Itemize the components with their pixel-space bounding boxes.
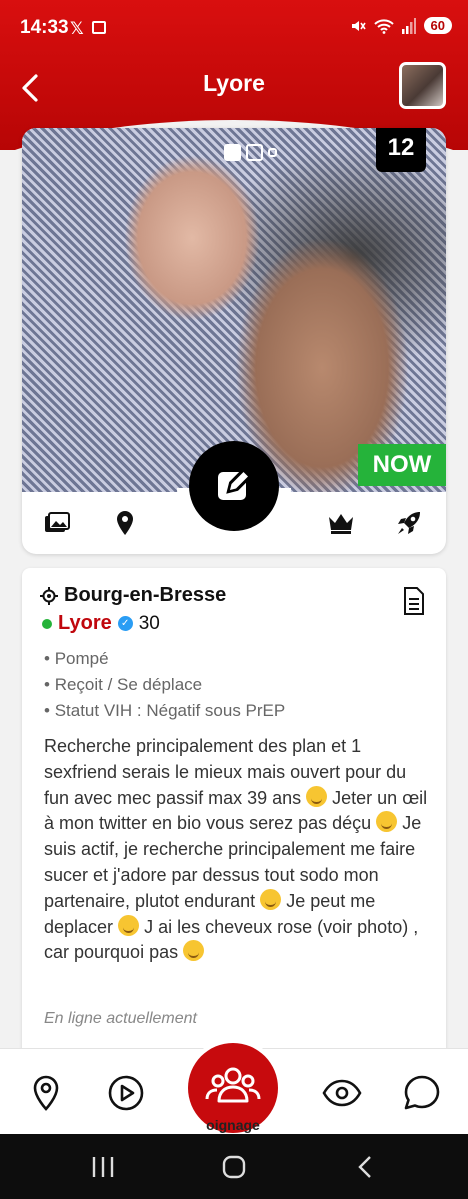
verified-icon: ✓ [117,616,133,631]
photo-pagination [224,144,277,161]
attribute-item: Reçoit / Se déplace [44,672,285,698]
avatar[interactable] [399,62,446,109]
profile-age: 30 [138,612,160,634]
map-pin-icon[interactable] [26,1073,66,1113]
home-icon[interactable] [221,1154,247,1180]
smile-emoji [376,811,398,833]
attribute-item: Statut VIH : Négatif sous PrEP [44,698,286,724]
crown-icon[interactable] [326,508,356,538]
wink-emoji [118,914,140,936]
eye-icon[interactable] [322,1073,362,1113]
play-icon[interactable] [106,1073,146,1113]
photo-count-badge: 12 [376,128,426,172]
system-nav-bar [0,1134,468,1199]
name-row: Lyore ✓ 30 [42,612,160,635]
community-label: oignage [206,1117,260,1133]
pagination-dot[interactable] [246,144,263,161]
news-icon [92,21,106,34]
location-pin-icon[interactable] [110,508,140,538]
battery-indicator: 60 [423,17,452,34]
wink-emoji [183,940,205,962]
pagination-dot[interactable] [224,144,241,161]
smile-emoji [306,785,328,807]
city-label: Bourg-en-Bresse [64,584,227,606]
crosshair-icon [40,586,58,605]
profile-photo[interactable]: 12 NOW [22,128,446,492]
status-time: 14:33 [20,17,69,38]
grin-emoji [260,888,282,910]
page-title: Lyore [203,70,265,96]
wifi-icon [373,18,394,34]
system-back-icon[interactable] [353,1154,379,1180]
edit-icon [218,466,254,500]
recent-apps-icon[interactable] [90,1154,116,1180]
profile-description: Recherche principalement des plan et 1 s… [44,734,434,966]
rocket-icon[interactable] [394,508,424,538]
attribute-list: Pompé Reçoit / Se déplace Statut VIH : N… [44,646,286,724]
status-bar: 14:33 𝕏 60 [0,0,468,56]
x-app-icon: 𝕏 [70,19,84,38]
chat-icon[interactable] [402,1073,442,1113]
edit-button[interactable] [189,441,279,531]
mute-icon [351,20,366,31]
status-icons: 60 [350,17,452,34]
bottom-nav: oignage [0,1039,468,1141]
document-icon[interactable] [402,586,426,616]
profile-info-card: Bourg-en-Bresse Lyore ✓ 30 Pompé Reçoit … [22,568,446,1068]
location-row: Bourg-en-Bresse [40,584,226,607]
online-status: En ligne actuellement [44,1010,197,1027]
gallery-icon[interactable] [42,508,72,538]
signal-icon [401,17,416,34]
screen: 14:33 𝕏 60 Lyore 12 NOW Bourg-en-Bresse … [0,0,468,1199]
profile-name: Lyore [58,612,112,634]
pagination-dot[interactable] [268,148,277,157]
online-indicator [42,618,52,629]
attribute-item: Pompé [44,646,285,672]
now-badge: NOW [358,444,446,486]
